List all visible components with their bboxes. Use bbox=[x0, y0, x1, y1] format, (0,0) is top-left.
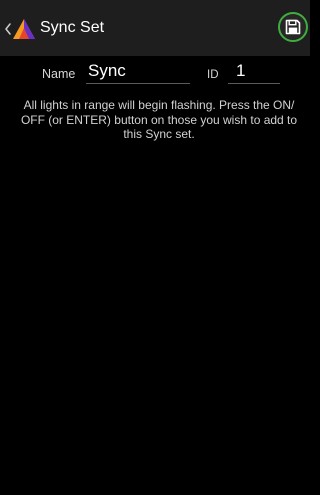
instructions-text: All lights in range will begin flashing.… bbox=[20, 98, 298, 141]
name-label: Name bbox=[42, 67, 76, 81]
save-button[interactable] bbox=[278, 12, 308, 42]
id-value: 1 bbox=[236, 61, 246, 80]
app-bar: Sync Set bbox=[0, 0, 310, 56]
id-label: ID bbox=[207, 69, 219, 81]
name-value: Sync bbox=[88, 61, 126, 80]
name-field[interactable]: Sync bbox=[86, 58, 190, 84]
app-logo-icon bbox=[13, 19, 35, 39]
page-title: Sync Set bbox=[40, 19, 105, 36]
floppy-disk-icon bbox=[285, 19, 301, 35]
id-field[interactable]: 1 bbox=[228, 58, 280, 84]
chevron-left-icon bbox=[5, 23, 11, 35]
